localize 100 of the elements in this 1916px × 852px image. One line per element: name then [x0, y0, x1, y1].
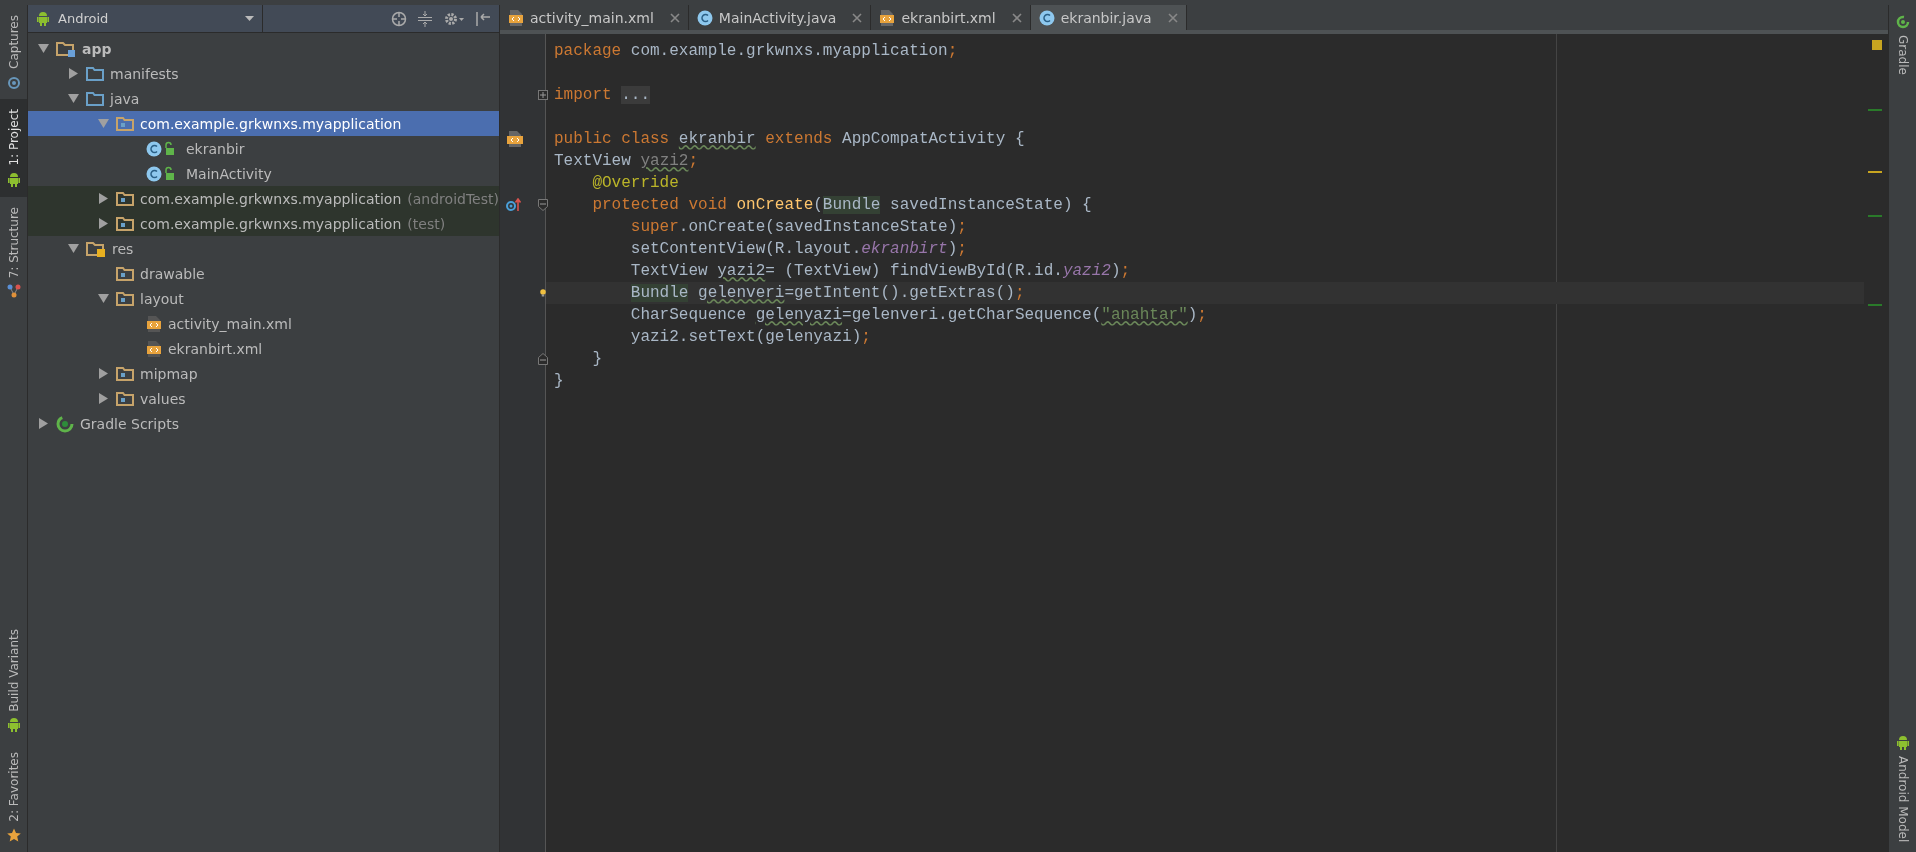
tree-item-label: com.example.grkwnxs.myapplication: [140, 215, 402, 232]
tree-item[interactable]: Gradle Scripts: [28, 411, 499, 436]
tree-item-label: MainActivity: [186, 165, 272, 182]
collapsed-arrow-icon[interactable]: [97, 193, 109, 204]
tree-item-label: app: [82, 40, 112, 57]
settings-icon[interactable]: [443, 10, 465, 27]
tree-item-label: drawable: [140, 265, 205, 282]
fold-end-icon[interactable]: [538, 353, 548, 365]
tree-item[interactable]: ekranbirt.xml: [28, 336, 499, 361]
tree-item[interactable]: MainActivity: [28, 161, 499, 186]
collapsed-arrow-icon[interactable]: [97, 218, 109, 229]
tree-item-label: manifests: [110, 65, 179, 82]
gradle-icon: [1895, 15, 1910, 29]
tool-window-button[interactable]: Captures: [0, 5, 27, 99]
tree-item-label: java: [110, 90, 140, 107]
module-folder-icon: [56, 40, 76, 57]
close-icon[interactable]: [1011, 12, 1022, 23]
tree-item[interactable]: activity_main.xml: [28, 311, 499, 336]
code-line: import ...: [553, 86, 651, 104]
collapsed-arrow-icon[interactable]: [97, 393, 109, 404]
tree-item[interactable]: manifests: [28, 61, 499, 86]
close-icon[interactable]: [1167, 12, 1178, 23]
close-icon[interactable]: [669, 12, 680, 23]
tab-label: activity_main.xml: [530, 9, 654, 26]
tool-window-button[interactable]: 1: Project: [0, 98, 27, 197]
package-folder-icon: [116, 391, 134, 406]
tree-item-label: activity_main.xml: [168, 315, 292, 332]
tab-label: ekranbir.java: [1060, 9, 1152, 26]
tree-item[interactable]: java: [28, 86, 499, 111]
tree-item[interactable]: com.example.grkwnxs.myapplication (androidTest): [28, 186, 499, 211]
code-line: protected void onCreate(Bundle savedInstanceState) {: [591, 196, 1092, 214]
code-line: TextView yazi2= (TextView) findViewById(R.id.yazi2);: [629, 262, 1131, 280]
tool-window-button[interactable]: 7: Structure: [0, 196, 27, 308]
tool-window-button[interactable]: Android Model: [1889, 724, 1916, 852]
android-icon: [36, 11, 50, 26]
package-folder-icon: [116, 266, 134, 281]
tree-item-label: Gradle Scripts: [80, 415, 179, 432]
stopwatch-icon: [6, 74, 21, 89]
collapsed-arrow-icon[interactable]: [67, 68, 79, 79]
expanded-arrow-icon[interactable]: [67, 93, 79, 104]
layout-file-icon: [146, 314, 162, 333]
hide-panel-icon[interactable]: [475, 10, 491, 27]
android-icon: [6, 717, 21, 733]
package-folder-icon: [116, 191, 134, 206]
layout-file-icon[interactable]: [506, 130, 524, 148]
tree-item-label: res: [112, 240, 134, 257]
tree-item-label: com.example.grkwnxs.myapplication: [140, 115, 402, 132]
tree-item[interactable]: app: [28, 36, 499, 61]
tab-label: MainActivity.java: [718, 9, 837, 26]
collapse-fold-icon[interactable]: [538, 199, 548, 211]
expand-fold-icon[interactable]: [538, 90, 548, 100]
editor-tab[interactable]: ekranbir.java: [1030, 5, 1187, 30]
collapse-all-icon[interactable]: [417, 10, 433, 27]
tree-item[interactable]: mipmap: [28, 361, 499, 386]
android-icon: [6, 171, 21, 187]
class-icon: [696, 9, 713, 26]
expanded-arrow-icon[interactable]: [37, 43, 49, 54]
tree-item-scope: (test): [407, 215, 446, 232]
code-line: yazi2.setText(gelenyazi);: [629, 328, 871, 346]
layout-file-icon: [508, 8, 524, 27]
tree-item-label: values: [140, 390, 186, 407]
tree-item-label: mipmap: [140, 365, 198, 382]
package-folder-icon: [116, 291, 134, 306]
tool-window-button[interactable]: Build Variants: [0, 618, 27, 743]
package-folder-icon: [116, 116, 134, 131]
tree-item-label: com.example.grkwnxs.myapplication: [140, 190, 402, 207]
tree-item[interactable]: com.example.grkwnxs.myapplication (test): [28, 211, 499, 236]
tree-item[interactable]: layout: [28, 286, 499, 311]
tree-item[interactable]: values: [28, 386, 499, 411]
collapsed-arrow-icon[interactable]: [37, 418, 49, 429]
code-line: }: [591, 350, 602, 368]
gradle-icon: [56, 414, 74, 433]
code-line: super.onCreate(savedInstanceState);: [629, 218, 967, 236]
layout-file-icon: [146, 339, 162, 358]
code-line: Bundle gelenveri=getIntent().getExtras();: [629, 284, 1025, 302]
tree-item-label: ekranbirt.xml: [168, 340, 263, 357]
tool-window-button[interactable]: 2: Favorites: [0, 742, 27, 852]
collapsed-arrow-icon[interactable]: [97, 368, 109, 379]
package-folder-icon: [116, 366, 134, 381]
tree-item[interactable]: drawable: [28, 261, 499, 286]
android-icon: [1895, 734, 1910, 750]
close-icon[interactable]: [852, 12, 863, 23]
locate-icon[interactable]: [391, 10, 407, 27]
expanded-arrow-icon[interactable]: [97, 293, 109, 304]
code-line: CharSequence gelenyazi=gelenveri.getCharSequence("anahtar");: [629, 306, 1207, 324]
code-line: TextView yazi2;: [553, 152, 699, 170]
tree-item[interactable]: ekranbir: [28, 136, 499, 161]
expanded-arrow-icon[interactable]: [67, 243, 79, 254]
code-line: }: [553, 372, 564, 390]
resource-folder-icon: [86, 240, 106, 257]
star-icon: [6, 828, 21, 842]
tree-item[interactable]: com.example.grkwnxs.myapplication: [28, 111, 499, 136]
tree-item[interactable]: res: [28, 236, 499, 261]
dropdown-caret-icon: [245, 16, 254, 21]
package-folder-icon: [116, 216, 134, 231]
tab-label: ekranbirt.xml: [901, 9, 996, 26]
tool-window-button[interactable]: Gradle: [1889, 5, 1916, 85]
tree-item-label: layout: [140, 290, 184, 307]
tree-item-label: ekranbir: [186, 140, 245, 157]
override-icon[interactable]: [506, 198, 522, 212]
